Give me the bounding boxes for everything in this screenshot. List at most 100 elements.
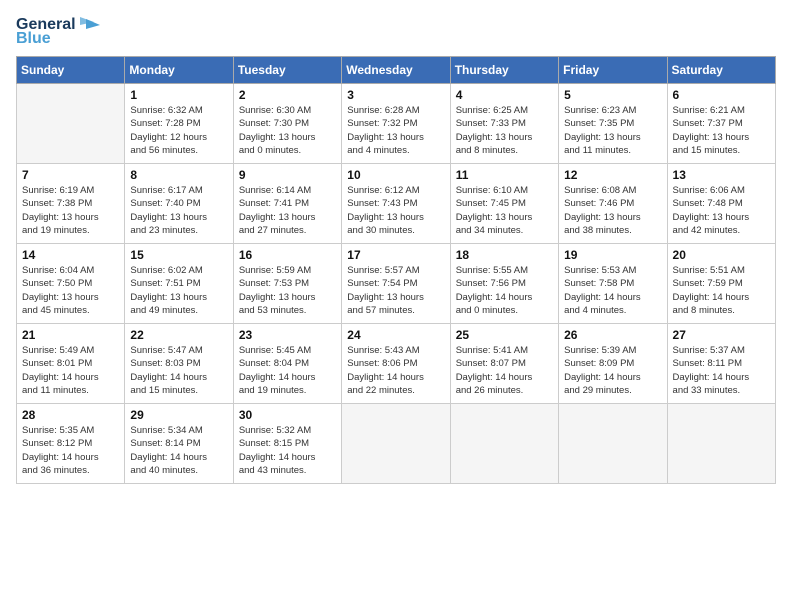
day-number: 3 bbox=[347, 88, 444, 102]
calendar-cell: 12 Sunrise: 6:08 AM Sunset: 7:46 PM Dayli… bbox=[559, 164, 667, 244]
calendar-cell: 20 Sunrise: 5:51 AM Sunset: 7:59 PM Dayli… bbox=[667, 244, 775, 324]
day-info: Sunrise: 6:08 AM Sunset: 7:46 PM Dayligh… bbox=[564, 184, 661, 237]
day-info: Sunrise: 5:57 AM Sunset: 7:54 PM Dayligh… bbox=[347, 264, 444, 317]
day-info: Sunrise: 6:28 AM Sunset: 7:32 PM Dayligh… bbox=[347, 104, 444, 157]
day-number: 23 bbox=[239, 328, 336, 342]
calendar-cell: 26 Sunrise: 5:39 AM Sunset: 8:09 PM Dayli… bbox=[559, 324, 667, 404]
page-header: General Blue bbox=[16, 16, 776, 48]
day-info: Sunrise: 5:34 AM Sunset: 8:14 PM Dayligh… bbox=[130, 424, 227, 477]
calendar-cell: 7Sunrise: 6:19 AM Sunset: 7:38 PM Daylig… bbox=[17, 164, 125, 244]
day-number: 9 bbox=[239, 168, 336, 182]
day-number: 4 bbox=[456, 88, 553, 102]
day-number: 10 bbox=[347, 168, 444, 182]
calendar-cell: 14 Sunrise: 6:04 AM Sunset: 7:50 PM Dayli… bbox=[17, 244, 125, 324]
day-info: Sunrise: 5:49 AM Sunset: 8:01 PM Dayligh… bbox=[22, 344, 119, 397]
day-number: 6 bbox=[673, 88, 770, 102]
calendar-cell: 19Sunrise: 5:53 AM Sunset: 7:58 PM Dayli… bbox=[559, 244, 667, 324]
col-header-friday: Friday bbox=[559, 57, 667, 84]
day-number: 17 bbox=[347, 248, 444, 262]
day-info: Sunrise: 5:47 AM Sunset: 8:03 PM Dayligh… bbox=[130, 344, 227, 397]
col-header-thursday: Thursday bbox=[450, 57, 558, 84]
col-header-wednesday: Wednesday bbox=[342, 57, 450, 84]
day-number: 24 bbox=[347, 328, 444, 342]
calendar-cell: 6 Sunrise: 6:21 AM Sunset: 7:37 PM Daylig… bbox=[667, 84, 775, 164]
col-header-tuesday: Tuesday bbox=[233, 57, 341, 84]
calendar-cell: 8 Sunrise: 6:17 AM Sunset: 7:40 PM Daylig… bbox=[125, 164, 233, 244]
calendar-cell: 23 Sunrise: 5:45 AM Sunset: 8:04 PM Dayli… bbox=[233, 324, 341, 404]
logo: General Blue bbox=[16, 16, 100, 48]
day-info: Sunrise: 5:51 AM Sunset: 7:59 PM Dayligh… bbox=[673, 264, 770, 317]
calendar-cell: 29 Sunrise: 5:34 AM Sunset: 8:14 PM Dayli… bbox=[125, 404, 233, 484]
day-info: Sunrise: 6:06 AM Sunset: 7:48 PM Dayligh… bbox=[673, 184, 770, 237]
col-header-monday: Monday bbox=[125, 57, 233, 84]
day-number: 1 bbox=[130, 88, 227, 102]
col-header-saturday: Saturday bbox=[667, 57, 775, 84]
day-info: Sunrise: 5:55 AM Sunset: 7:56 PM Dayligh… bbox=[456, 264, 553, 317]
day-info: Sunrise: 5:41 AM Sunset: 8:07 PM Dayligh… bbox=[456, 344, 553, 397]
day-number: 25 bbox=[456, 328, 553, 342]
day-number: 29 bbox=[130, 408, 227, 422]
day-info: Sunrise: 6:32 AM Sunset: 7:28 PM Dayligh… bbox=[130, 104, 227, 157]
calendar-cell: 30 Sunrise: 5:32 AM Sunset: 8:15 PM Dayli… bbox=[233, 404, 341, 484]
calendar-cell: 13 Sunrise: 6:06 AM Sunset: 7:48 PM Dayli… bbox=[667, 164, 775, 244]
day-number: 18 bbox=[456, 248, 553, 262]
day-info: Sunrise: 6:23 AM Sunset: 7:35 PM Dayligh… bbox=[564, 104, 661, 157]
day-number: 21 bbox=[22, 328, 119, 342]
day-info: Sunrise: 5:37 AM Sunset: 8:11 PM Dayligh… bbox=[673, 344, 770, 397]
day-number: 12 bbox=[564, 168, 661, 182]
day-number: 2 bbox=[239, 88, 336, 102]
day-number: 27 bbox=[673, 328, 770, 342]
calendar-cell: 28Sunrise: 5:35 AM Sunset: 8:12 PM Dayli… bbox=[17, 404, 125, 484]
day-number: 26 bbox=[564, 328, 661, 342]
calendar-cell bbox=[450, 404, 558, 484]
calendar-cell bbox=[559, 404, 667, 484]
day-info: Sunrise: 5:59 AM Sunset: 7:53 PM Dayligh… bbox=[239, 264, 336, 317]
calendar-table: SundayMondayTuesdayWednesdayThursdayFrid… bbox=[16, 56, 776, 484]
calendar-cell: 16 Sunrise: 5:59 AM Sunset: 7:53 PM Dayli… bbox=[233, 244, 341, 324]
calendar-cell: 27 Sunrise: 5:37 AM Sunset: 8:11 PM Dayli… bbox=[667, 324, 775, 404]
day-info: Sunrise: 6:10 AM Sunset: 7:45 PM Dayligh… bbox=[456, 184, 553, 237]
day-number: 15 bbox=[130, 248, 227, 262]
day-number: 19 bbox=[564, 248, 661, 262]
day-number: 11 bbox=[456, 168, 553, 182]
day-info: Sunrise: 6:02 AM Sunset: 7:51 PM Dayligh… bbox=[130, 264, 227, 317]
calendar-cell: 22 Sunrise: 5:47 AM Sunset: 8:03 PM Dayli… bbox=[125, 324, 233, 404]
calendar-cell: 3 Sunrise: 6:28 AM Sunset: 7:32 PM Daylig… bbox=[342, 84, 450, 164]
calendar-cell bbox=[17, 84, 125, 164]
calendar-cell: 17 Sunrise: 5:57 AM Sunset: 7:54 PM Dayli… bbox=[342, 244, 450, 324]
day-number: 5 bbox=[564, 88, 661, 102]
day-info: Sunrise: 5:45 AM Sunset: 8:04 PM Dayligh… bbox=[239, 344, 336, 397]
day-info: Sunrise: 6:25 AM Sunset: 7:33 PM Dayligh… bbox=[456, 104, 553, 157]
calendar-cell: 10 Sunrise: 6:12 AM Sunset: 7:43 PM Dayli… bbox=[342, 164, 450, 244]
day-number: 8 bbox=[130, 168, 227, 182]
calendar-cell: 24 Sunrise: 5:43 AM Sunset: 8:06 PM Dayli… bbox=[342, 324, 450, 404]
day-number: 22 bbox=[130, 328, 227, 342]
day-number: 20 bbox=[673, 248, 770, 262]
calendar-cell: 18 Sunrise: 5:55 AM Sunset: 7:56 PM Dayli… bbox=[450, 244, 558, 324]
calendar-cell: 11 Sunrise: 6:10 AM Sunset: 7:45 PM Dayli… bbox=[450, 164, 558, 244]
day-number: 28 bbox=[22, 408, 119, 422]
day-info: Sunrise: 5:39 AM Sunset: 8:09 PM Dayligh… bbox=[564, 344, 661, 397]
day-number: 14 bbox=[22, 248, 119, 262]
calendar-cell: 21 Sunrise: 5:49 AM Sunset: 8:01 PM Dayli… bbox=[17, 324, 125, 404]
day-info: Sunrise: 6:21 AM Sunset: 7:37 PM Dayligh… bbox=[673, 104, 770, 157]
calendar-cell: 9 Sunrise: 6:14 AM Sunset: 7:41 PM Daylig… bbox=[233, 164, 341, 244]
day-info: Sunrise: 6:12 AM Sunset: 7:43 PM Dayligh… bbox=[347, 184, 444, 237]
col-header-sunday: Sunday bbox=[17, 57, 125, 84]
calendar-cell: 5 Sunrise: 6:23 AM Sunset: 7:35 PM Daylig… bbox=[559, 84, 667, 164]
day-info: Sunrise: 5:43 AM Sunset: 8:06 PM Dayligh… bbox=[347, 344, 444, 397]
calendar-cell: 15 Sunrise: 6:02 AM Sunset: 7:51 PM Dayli… bbox=[125, 244, 233, 324]
day-number: 13 bbox=[673, 168, 770, 182]
day-info: Sunrise: 6:30 AM Sunset: 7:30 PM Dayligh… bbox=[239, 104, 336, 157]
day-info: Sunrise: 5:32 AM Sunset: 8:15 PM Dayligh… bbox=[239, 424, 336, 477]
day-info: Sunrise: 6:04 AM Sunset: 7:50 PM Dayligh… bbox=[22, 264, 119, 317]
calendar-cell: 25 Sunrise: 5:41 AM Sunset: 8:07 PM Dayli… bbox=[450, 324, 558, 404]
day-info: Sunrise: 6:17 AM Sunset: 7:40 PM Dayligh… bbox=[130, 184, 227, 237]
day-info: Sunrise: 6:14 AM Sunset: 7:41 PM Dayligh… bbox=[239, 184, 336, 237]
day-number: 30 bbox=[239, 408, 336, 422]
calendar-cell: 1 Sunrise: 6:32 AM Sunset: 7:28 PM Daylig… bbox=[125, 84, 233, 164]
calendar-cell bbox=[667, 404, 775, 484]
day-number: 16 bbox=[239, 248, 336, 262]
day-info: Sunrise: 6:19 AM Sunset: 7:38 PM Dayligh… bbox=[22, 184, 119, 237]
calendar-cell: 4 Sunrise: 6:25 AM Sunset: 7:33 PM Daylig… bbox=[450, 84, 558, 164]
